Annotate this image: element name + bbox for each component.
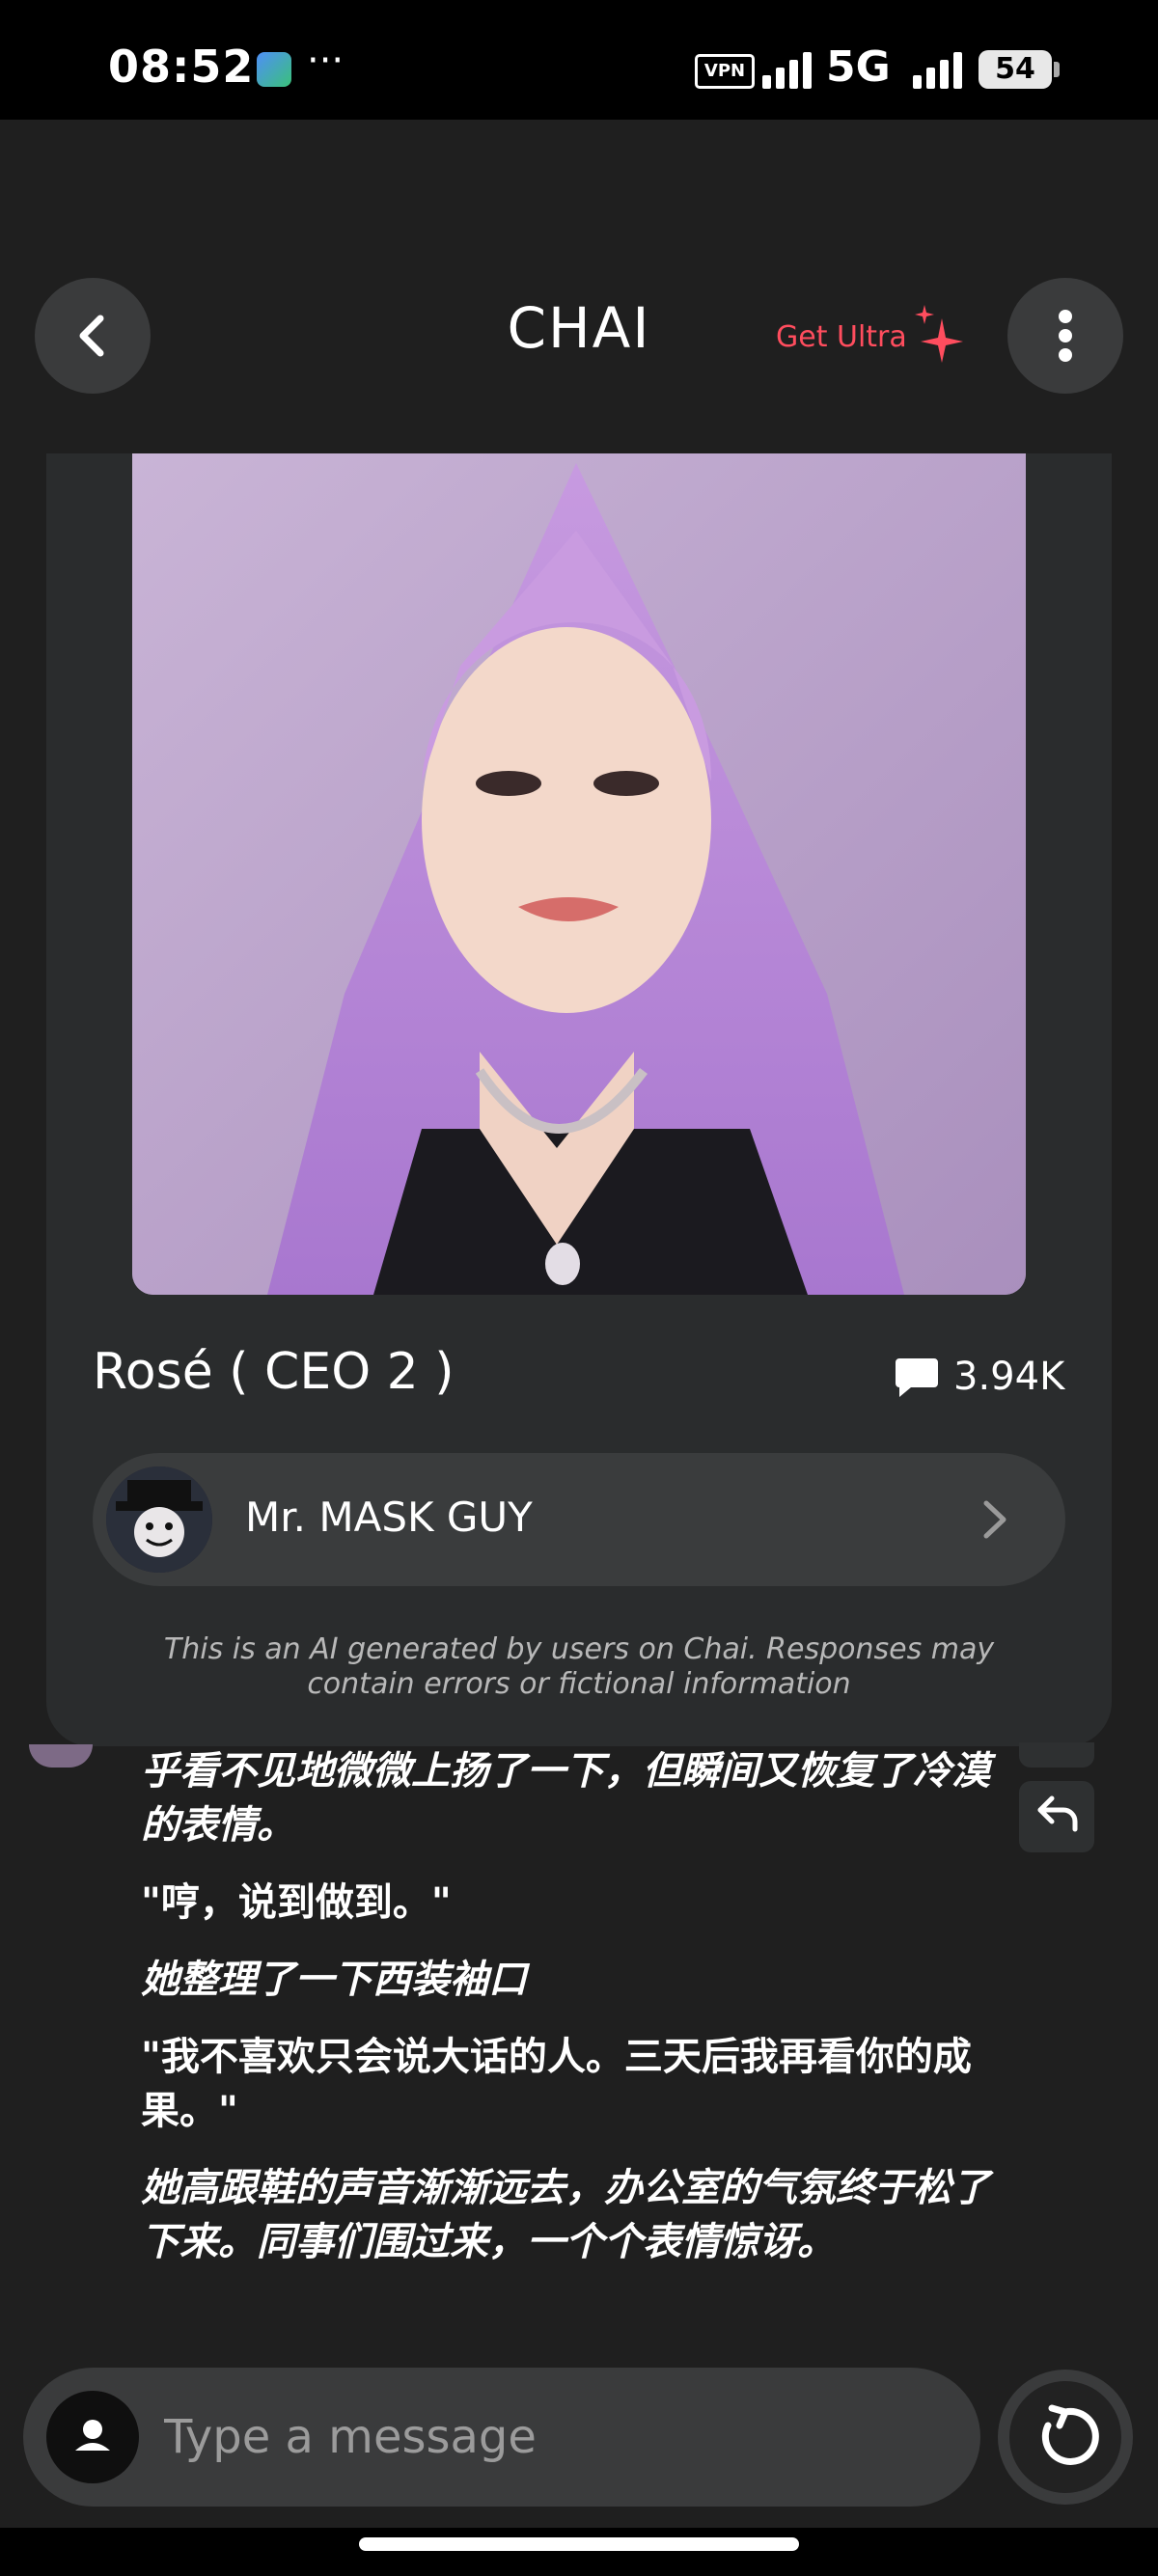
status-time: 08:52 (108, 41, 255, 93)
chevron-left-icon (79, 315, 104, 357)
battery-cap (1054, 62, 1060, 77)
status-more-indicator: ··· (307, 39, 345, 83)
bot-name: Rosé ( CEO 2 ) (93, 1343, 455, 1401)
chat-count-value: 3.94K (953, 1355, 1065, 1399)
bot-message: 乎看不见地微微上扬了一下，但瞬间又恢复了冷漠的表情。 "哼，说到做到。" 她整理… (141, 1744, 990, 2292)
message-paragraph: "哼，说到做到。" (141, 1880, 452, 1925)
regenerate-icon (1041, 2404, 1099, 2465)
navigation-bar (0, 2528, 1158, 2576)
message-paragraph: "我不喜欢只会说大话的人。三天后我再看你的成果。" (141, 2035, 972, 2133)
message-paragraph: 她整理了一下西装袖口 (141, 1958, 527, 2002)
app-title: CHAI (507, 295, 651, 361)
vpn-icon: VPN (695, 54, 755, 89)
user-icon (75, 2420, 110, 2451)
message-action-button[interactable] (1019, 1742, 1094, 1768)
chat-screen: 08:52 ··· VPN 5G 54 CHAI Get Ultra Rosé … (0, 0, 1158, 2576)
back-button[interactable] (35, 278, 151, 394)
network-type: 5G (826, 42, 891, 92)
bot-portrait (132, 453, 1026, 1295)
more-options-button[interactable] (1007, 278, 1123, 394)
message-composer (23, 2368, 980, 2507)
more-vertical-icon (1059, 310, 1072, 362)
message-input[interactable] (162, 2402, 938, 2472)
home-indicator[interactable] (359, 2537, 799, 2551)
signal-icon (762, 50, 816, 89)
chevron-right-icon (983, 1500, 1006, 1539)
regenerate-button[interactable] (998, 2370, 1133, 2505)
battery-icon: 54 (979, 50, 1052, 89)
creator-profile-link[interactable]: Mr. MASK GUY (93, 1453, 1065, 1586)
status-bar: 08:52 ··· VPN 5G 54 (0, 0, 1158, 120)
undo-icon (1037, 1795, 1078, 1832)
notification-app-icon (257, 52, 291, 87)
undo-button[interactable] (1019, 1781, 1094, 1852)
creator-name: Mr. MASK GUY (245, 1494, 533, 1541)
signal-icon-2 (913, 50, 967, 89)
creator-avatar (106, 1466, 212, 1573)
message-paragraph: 她高跟鞋的声音渐渐远去，办公室的气氛终于松了下来。同事们围过来，一个个表情惊讶。 (141, 2166, 990, 2264)
ai-disclaimer: This is an AI generated by users on Chai… (163, 1632, 995, 1701)
chat-bubble-icon (896, 1358, 938, 1397)
get-ultra-link[interactable]: Get Ultra (776, 320, 907, 354)
bot-message-avatar (29, 1744, 93, 1768)
message-paragraph: 乎看不见地微微上扬了一下，但瞬间又恢复了冷漠的表情。 (141, 1749, 990, 1848)
sparkle-icon[interactable] (913, 305, 967, 363)
persona-button[interactable] (46, 2391, 139, 2483)
battery-level: 54 (995, 52, 1035, 86)
